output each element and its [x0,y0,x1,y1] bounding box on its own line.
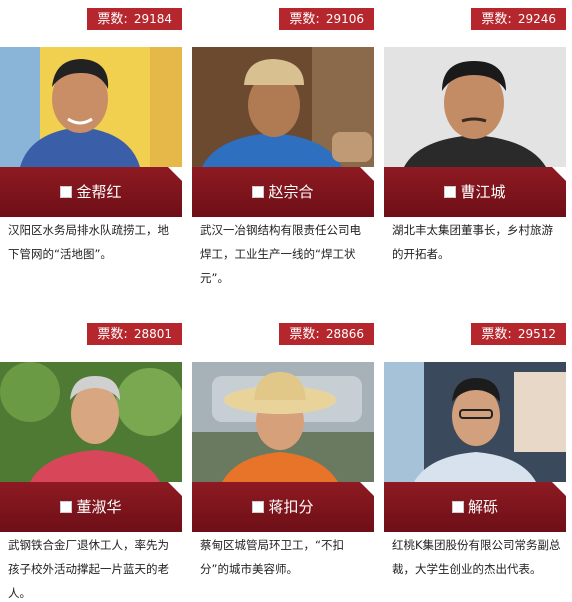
candidate-description: 武钢铁合金厂退休工人，率先为孩子校外活动撑起一片蓝天的老人。 [8,538,169,600]
vote-count: 29184 [133,12,172,26]
vote-label: 票数: [97,327,128,342]
corner-fold [552,482,566,496]
name-bar[interactable]: 赵宗合 [192,167,374,217]
candidate-name: 金帮红 [76,183,122,201]
candidate-photo[interactable] [192,362,374,482]
vote-label: 票数: [289,327,320,342]
vote-count: 29246 [517,12,556,26]
vote-checkbox[interactable] [451,501,464,513]
corner-fold [552,167,566,181]
name-bar[interactable]: 金帮红 [0,167,182,217]
vote-checkbox[interactable] [252,501,265,513]
candidate-name: 曹江城 [460,183,506,201]
candidate-card: 票数: 29512 解砾 红桃K集团股份有限公司常务副总裁，大学生创业的杰出代表。 [384,315,566,602]
name-bar[interactable]: 解砾 [384,482,566,532]
candidate-name: 赵宗合 [268,183,314,201]
corner-fold [168,482,182,496]
name-bar[interactable]: 董淑华 [0,482,182,532]
corner-fold [360,482,374,496]
vote-count: 28801 [133,327,172,341]
candidate-photo[interactable] [192,47,374,167]
candidate-name: 蒋扣分 [268,498,314,516]
candidate-card: 票数: 29184 金帮红 汉阳区水务局排水队疏捞工，地下管网的“活地图”。 [0,0,182,300]
name-bar[interactable]: 蒋扣分 [192,482,374,532]
candidate-card: 票数: 29246 曹江城 湖北丰太集团董事长，乡村旅游的开拓者。 [384,0,566,300]
name-bar[interactable]: 曹江城 [384,167,566,217]
candidate-name: 解砾 [467,498,498,516]
vote-count-badge: 票数: 28866 [279,323,374,345]
vote-count-badge: 票数: 29184 [87,8,182,30]
vote-count-badge: 票数: 29512 [471,323,566,345]
candidate-description: 湖北丰太集团董事长，乡村旅游的开拓者。 [392,223,553,261]
candidate-description: 汉阳区水务局排水队疏捞工，地下管网的“活地图”。 [8,223,169,261]
candidate-card: 票数: 29106 赵宗合 武汉一冶钢结构有限责任公司电焊工，工业生产一线的“焊工… [192,0,374,300]
vote-label: 票数: [481,327,512,342]
candidate-photo[interactable] [0,47,182,167]
candidate-card: 票数: 28866 蒋扣分 蔡甸区城管局环卫工，“不扣分”的城市美容师。 [192,315,374,602]
candidate-card: 票数: 28801 董淑华 武钢铁合金厂退休工人，率先为孩子校外活动撑起一片蓝天的… [0,315,182,602]
vote-checkbox[interactable] [60,501,73,513]
candidate-description: 红桃K集团股份有限公司常务副总裁，大学生创业的杰出代表。 [392,538,561,576]
candidate-photo[interactable] [384,47,566,167]
candidate-photo[interactable] [384,362,566,482]
vote-label: 票数: [97,12,128,27]
vote-count-badge: 票数: 28801 [87,323,182,345]
corner-fold [168,167,182,181]
vote-label: 票数: [481,12,512,27]
corner-fold [360,167,374,181]
vote-count: 28866 [325,327,364,341]
candidate-photo[interactable] [0,362,182,482]
vote-count: 29106 [325,12,364,26]
vote-checkbox[interactable] [444,186,457,198]
vote-checkbox[interactable] [60,186,73,198]
candidate-description: 蔡甸区城管局环卫工，“不扣分”的城市美容师。 [200,538,344,576]
candidate-description: 武汉一冶钢结构有限责任公司电焊工，工业生产一线的“焊工状元”。 [200,223,361,285]
vote-label: 票数: [289,12,320,27]
vote-checkbox[interactable] [252,186,265,198]
candidate-name: 董淑华 [76,498,122,516]
vote-count-badge: 票数: 29246 [471,8,566,30]
vote-count-badge: 票数: 29106 [279,8,374,30]
vote-count: 29512 [517,327,556,341]
